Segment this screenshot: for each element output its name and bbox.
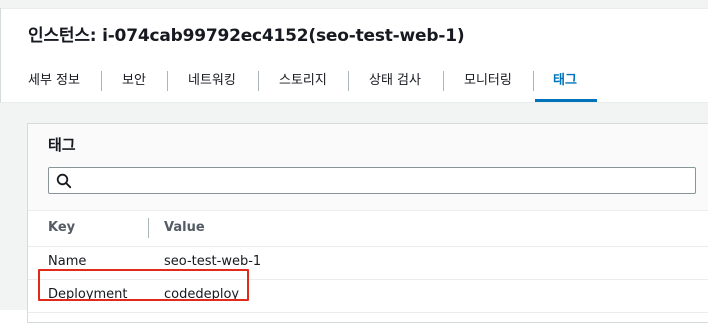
tag-value: seo-test-web-1 <box>164 254 262 269</box>
top-strip <box>0 0 708 9</box>
table-row: Deployment codedeploy <box>28 279 708 313</box>
tag-search-input[interactable] <box>79 170 679 190</box>
tag-key: Deployment <box>48 287 128 302</box>
tab-separator <box>258 71 259 91</box>
tag-value: codedeploy <box>164 287 240 302</box>
tab-label: 스토리지 <box>279 73 327 88</box>
tags-panel-title: 태그 <box>48 136 76 154</box>
column-header-key[interactable]: Key <box>48 210 75 246</box>
tab-label: 네트워킹 <box>188 73 236 88</box>
tab-status-checks[interactable]: 상태 검사 <box>369 62 421 100</box>
tab-label: 보안 <box>122 73 146 88</box>
search-icon <box>56 173 72 189</box>
tag-key: Name <box>48 254 87 269</box>
tags-panel-header: 태그 <box>28 124 708 211</box>
content-area: 태그 Key Value Name seo-test-web-1 Deploym… <box>0 103 708 323</box>
tab-label: 세부 정보 <box>28 73 80 88</box>
tab-separator <box>348 71 349 91</box>
column-header-value[interactable]: Value <box>164 210 205 246</box>
table-row: Name seo-test-web-1 <box>28 246 708 280</box>
tab-details[interactable]: 세부 정보 <box>28 62 80 100</box>
tab-separator <box>443 71 444 91</box>
tab-label: 모니터링 <box>464 73 512 88</box>
tab-label: 태그 <box>553 73 577 88</box>
tab-security[interactable]: 보안 <box>122 62 146 100</box>
tab-bar: 세부 정보 보안 네트워킹 스토리지 상태 검사 모니터링 태그 <box>0 62 708 103</box>
tab-networking[interactable]: 네트워킹 <box>188 62 236 100</box>
column-resizer[interactable] <box>148 218 149 238</box>
tags-table-header: Key Value <box>28 210 708 247</box>
page-title: 인스턴스: i-074cab99792ec4152(seo-test-web-1… <box>28 26 465 46</box>
tab-separator <box>167 71 168 91</box>
tags-panel: 태그 Key Value Name seo-test-web-1 Deploym… <box>27 123 708 323</box>
tab-storage[interactable]: 스토리지 <box>279 62 327 100</box>
tab-monitoring[interactable]: 모니터링 <box>464 62 512 100</box>
tab-separator <box>101 71 102 91</box>
tab-label: 상태 검사 <box>369 73 421 88</box>
tag-search-box[interactable] <box>48 167 696 194</box>
tab-tags[interactable]: 태그 <box>553 62 577 100</box>
tab-separator <box>533 71 534 91</box>
